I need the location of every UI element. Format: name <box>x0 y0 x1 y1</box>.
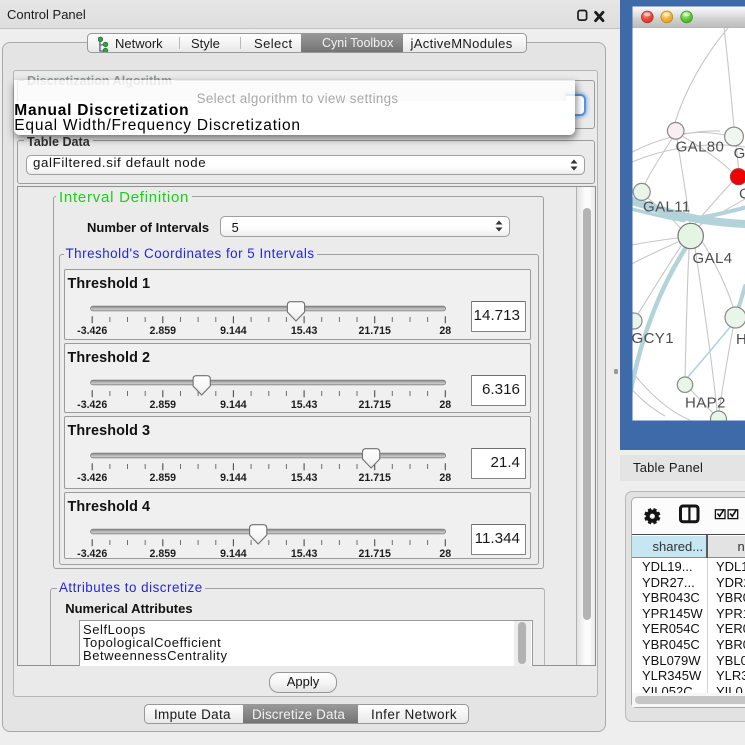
svg-text:2.859: 2.859 <box>149 548 176 558</box>
svg-text:-3.426: -3.426 <box>77 472 107 484</box>
svg-text:21.715: 21.715 <box>358 325 391 337</box>
svg-text:9.144: 9.144 <box>220 548 247 558</box>
svg-text:GAL80: GAL80 <box>676 139 725 156</box>
svg-text:15.43: 15.43 <box>290 548 317 558</box>
svg-text:GAL4: GAL4 <box>693 250 733 267</box>
svg-text:HAP2: HAP2 <box>685 395 726 412</box>
svg-text:9.144: 9.144 <box>220 472 247 484</box>
svg-text:9.144: 9.144 <box>220 399 247 411</box>
svg-text:-3.426: -3.426 <box>77 325 107 337</box>
svg-text:GAL11: GAL11 <box>643 199 691 216</box>
svg-text:GA: GA <box>734 145 745 162</box>
svg-text:15.43: 15.43 <box>290 399 317 411</box>
svg-text:GCY1: GCY1 <box>632 330 674 347</box>
svg-text:28: 28 <box>439 399 451 411</box>
svg-text:15.43: 15.43 <box>290 472 317 484</box>
svg-text:21.715: 21.715 <box>358 548 391 558</box>
svg-text:21.715: 21.715 <box>358 399 391 411</box>
svg-text:9.144: 9.144 <box>220 325 247 337</box>
svg-text:2.859: 2.859 <box>149 399 176 411</box>
svg-text:H: H <box>736 331 745 348</box>
svg-text:C: C <box>739 186 745 203</box>
svg-text:21.715: 21.715 <box>358 472 391 484</box>
svg-text:-3.426: -3.426 <box>77 548 107 558</box>
svg-text:28: 28 <box>439 325 451 337</box>
svg-text:2.859: 2.859 <box>149 472 176 484</box>
svg-text:-3.426: -3.426 <box>77 399 107 411</box>
svg-text:28: 28 <box>439 548 451 558</box>
svg-text:15.43: 15.43 <box>290 325 317 337</box>
svg-text:2.859: 2.859 <box>149 325 176 337</box>
svg-text:28: 28 <box>439 472 451 484</box>
